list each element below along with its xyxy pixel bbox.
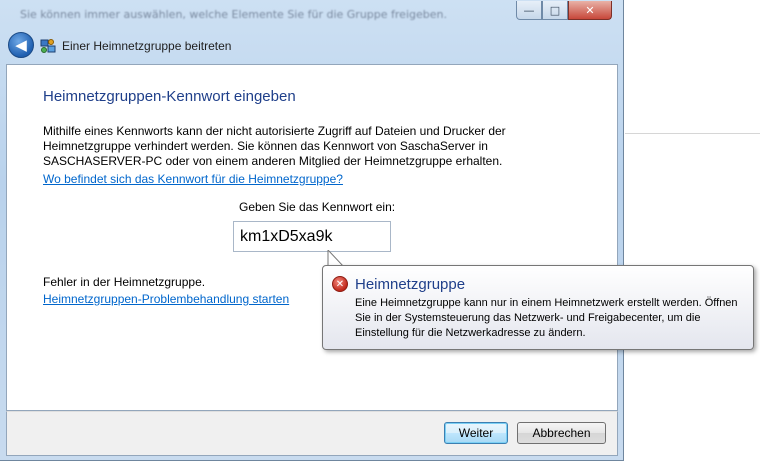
error-text: Fehler in der Heimnetzgruppe.: [43, 275, 206, 289]
back-button[interactable]: ◀: [8, 32, 34, 58]
next-button[interactable]: Weiter: [444, 422, 508, 444]
tooltip-body: Eine Heimnetzgruppe kann nur in einem He…: [355, 297, 738, 339]
dialog-header: ◀ Einer Heimnetzgruppe beitreten: [6, 30, 618, 64]
title-bar[interactable]: — □ ✕: [0, 0, 624, 30]
tooltip-title: Heimnetzgruppe: [355, 276, 466, 293]
cancel-button[interactable]: Abbrechen: [517, 422, 606, 444]
error-icon: ✕: [332, 276, 348, 292]
maximize-button[interactable]: □: [542, 1, 568, 20]
minimize-button[interactable]: —: [516, 1, 542, 20]
close-button[interactable]: ✕: [568, 1, 612, 20]
password-input[interactable]: [233, 221, 391, 252]
password-label: Geben Sie das Kennwort ein:: [239, 200, 396, 214]
window-controls: — □ ✕: [516, 1, 612, 21]
troubleshoot-link[interactable]: Heimnetzgruppen-Problembehandlung starte…: [43, 292, 289, 306]
where-password-link[interactable]: Wo befindet sich das Kennwort für die He…: [43, 172, 343, 186]
description-text: Mithilfe eines Kennworts kann der nicht …: [43, 124, 506, 168]
page-heading: Heimnetzgruppen-Kennwort eingeben: [43, 88, 296, 105]
background-divider: [625, 133, 760, 134]
homegroup-icon: [40, 39, 56, 53]
window-title: Einer Heimnetzgruppe beitreten: [62, 39, 232, 53]
